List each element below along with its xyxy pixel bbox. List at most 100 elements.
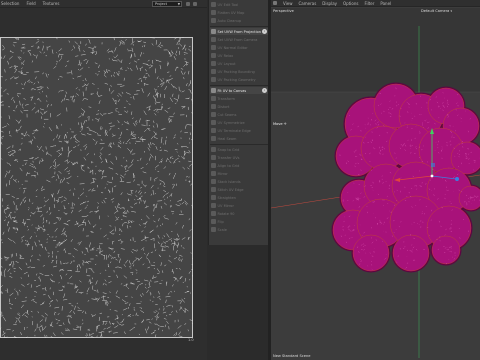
tool-item[interactable]: Cut Seams — [210, 111, 268, 118]
gizmo-plane-handle[interactable] — [431, 163, 435, 167]
tool-item[interactable]: UV Relax — [210, 52, 268, 59]
tool-item[interactable]: UV Packing Bounding — [210, 68, 268, 75]
uv-canvas[interactable]: 1.0 — [0, 8, 207, 360]
tool-icon — [211, 53, 216, 58]
tool-icon — [211, 2, 216, 7]
tool-separator — [210, 144, 268, 145]
tool-icon — [211, 187, 216, 192]
move-tool-label: Move ✛ — [273, 122, 287, 126]
tool-item[interactable]: Straighten — [210, 194, 268, 201]
tool-label: UV Mirror — [217, 203, 234, 208]
tool-icon — [211, 104, 216, 109]
tool-icon — [211, 112, 216, 117]
uv-tile — [0, 36, 196, 341]
tool-icon — [211, 219, 216, 224]
tool-label: Snap to Grid — [217, 147, 240, 152]
lock-icon[interactable] — [186, 1, 190, 6]
menu-selection[interactable]: Selection — [1, 1, 19, 6]
tool-icon — [211, 163, 216, 168]
tool-item[interactable]: Flip — [210, 218, 268, 225]
project-dropdown-label: Project — [155, 1, 167, 6]
uv-wireframe — [0, 36, 196, 341]
tool-item[interactable]: Align to Grid — [210, 162, 268, 169]
gizmo-center[interactable] — [430, 174, 434, 178]
tool-item[interactable]: Transfer UVs — [210, 154, 268, 161]
tool-separator — [210, 85, 268, 86]
tool-item[interactable]: UV Terminate Edge — [210, 127, 268, 134]
tool-icon — [211, 88, 216, 93]
tool-item[interactable]: Fit UV to Canvas i — [210, 87, 268, 94]
menu-display[interactable]: Display — [322, 1, 337, 6]
tool-item[interactable]: UV Packing Geometry — [210, 76, 268, 83]
menu-panel[interactable]: Panel — [380, 1, 391, 6]
tool-label: Fit UV to Canvas — [217, 88, 247, 93]
tool-item[interactable]: UV Mirror — [210, 202, 268, 209]
tool-icon — [211, 61, 216, 66]
chevron-down-icon: ▼ — [177, 1, 180, 6]
tool-item[interactable]: Distort — [210, 103, 268, 110]
menu-cameras[interactable]: Cameras — [299, 1, 317, 6]
tool-item[interactable]: UV Symmetrize — [210, 119, 268, 126]
tool-icon — [211, 69, 216, 74]
menu-options[interactable]: Options — [343, 1, 358, 6]
tool-item[interactable]: Set UVW From Camera — [210, 36, 268, 43]
camera-selector[interactable]: Default Camera ▾ — [421, 9, 452, 13]
tool-label: Set UVW From Projection — [217, 29, 261, 34]
tool-label: Flip — [217, 219, 224, 224]
tool-label: UV Edit Tool — [217, 2, 239, 7]
tool-item[interactable]: Scale — [210, 226, 268, 233]
tool-icon — [211, 227, 216, 232]
perspective-label[interactable]: Perspective — [273, 9, 294, 13]
mesh-lobe — [352, 234, 390, 272]
tool-label: UV Relax — [217, 53, 234, 58]
tool-icon — [211, 18, 216, 23]
uv-editor-panel: Selection Field Textures Project ▼ 1.0 — [0, 0, 207, 360]
menu-view[interactable]: View — [283, 1, 293, 6]
chevron-down-icon: ▾ — [450, 9, 453, 13]
tool-item[interactable]: Flatten UV Map — [210, 9, 268, 16]
tool-icon — [211, 136, 216, 141]
tool-item[interactable]: Stitch UV Edge — [210, 186, 268, 193]
viewport-panel: View Cameras Display Options Filter Pane… — [271, 0, 480, 360]
tool-icon — [211, 29, 216, 34]
tool-item[interactable]: Auto Cleanup — [210, 17, 268, 24]
tool-label: Auto Cleanup — [217, 18, 242, 23]
tool-label: Flatten UV Map — [217, 10, 245, 15]
tool-item[interactable]: Snap to Grid — [210, 146, 268, 153]
tool-icon — [211, 128, 216, 133]
tool-item[interactable]: UV Edit Tool — [210, 1, 268, 8]
tool-icon — [211, 171, 216, 176]
tool-label: UV Packing Bounding — [217, 69, 255, 74]
tool-item[interactable]: Set UVW From Projection i — [210, 28, 268, 35]
tool-label: Distort — [217, 104, 230, 109]
project-dropdown[interactable]: Project ▼ — [152, 0, 182, 7]
scene-name: New Standard Scene — [273, 354, 311, 358]
tool-label: Scale — [217, 227, 227, 232]
tool-item[interactable]: Mirror — [210, 170, 268, 177]
tool-item[interactable]: UV Layout — [210, 60, 268, 67]
tool-item[interactable]: Rotate 90 — [210, 210, 268, 217]
tool-item[interactable]: Transform — [210, 95, 268, 102]
tool-icon — [211, 120, 216, 125]
viewport-menu-icon[interactable] — [273, 1, 277, 5]
tool-label: Straighten — [217, 195, 236, 200]
gizmo-z-handle[interactable] — [455, 177, 459, 181]
menu-field[interactable]: Field — [26, 1, 35, 6]
tool-icon — [211, 147, 216, 152]
info-icon[interactable]: i — [262, 88, 267, 93]
tool-icon — [211, 155, 216, 160]
camera-label: Default Camera — [421, 9, 450, 13]
tool-label: UV Normal Editor — [217, 45, 248, 50]
tool-item[interactable]: UV Normal Editor — [210, 44, 268, 51]
menu-textures[interactable]: Textures — [43, 1, 60, 6]
viewport-canvas[interactable] — [271, 8, 480, 360]
tool-icon — [211, 195, 216, 200]
grid-icon[interactable] — [193, 1, 197, 6]
tool-item[interactable]: Heal Seam — [210, 135, 268, 142]
tool-separator — [210, 26, 268, 27]
menu-filter[interactable]: Filter — [364, 1, 374, 6]
tool-item[interactable]: Stack Islands — [210, 178, 268, 185]
app-window: Selection Field Textures Project ▼ 1.0 U… — [0, 0, 480, 360]
tool-label: Mirror — [217, 171, 228, 176]
info-icon[interactable]: i — [262, 29, 267, 34]
